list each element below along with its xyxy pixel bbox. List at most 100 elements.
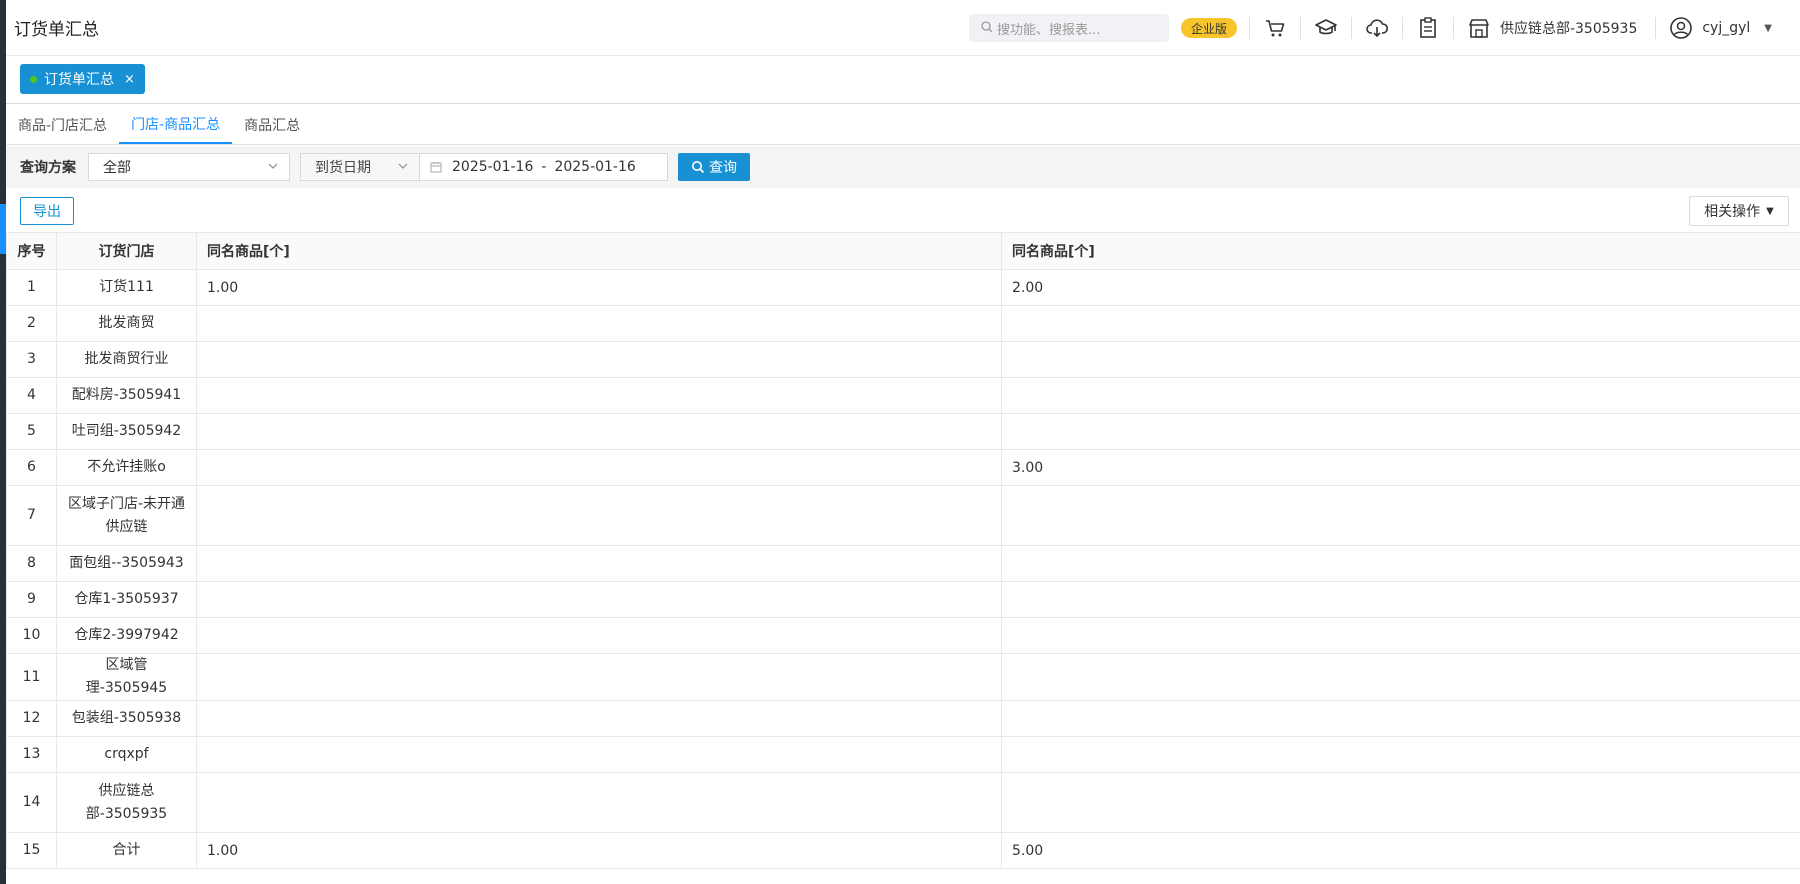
cart-icon[interactable]: [1262, 15, 1288, 41]
table-row[interactable]: 5 吐司组-3505942: [6, 413, 1800, 450]
cell-store: 配料房-3505941: [56, 377, 197, 414]
table-row[interactable]: 6 不允许挂账o 3.00: [6, 449, 1800, 486]
cell-store: 面包组--3505943: [56, 545, 197, 582]
user-menu[interactable]: cyj_gyl ▼: [1668, 15, 1772, 41]
cell-seq: 3: [6, 341, 57, 378]
open-tab-order-summary[interactable]: 订货单汇总 ×: [20, 64, 145, 94]
divider: [1248, 17, 1250, 39]
cell-value-a: [196, 341, 1002, 378]
cell-seq: 7: [6, 485, 57, 546]
cell-value-a: [196, 413, 1002, 450]
cell-seq: 11: [6, 653, 57, 701]
actions-row: 导出 相关操作 ▼: [6, 188, 1800, 232]
table-row[interactable]: 2 批发商贸: [6, 305, 1800, 342]
tab-store-product[interactable]: 门店-商品汇总: [119, 105, 233, 144]
table-row[interactable]: 12 包装组-3505938: [6, 700, 1800, 737]
cell-value-b: [1001, 617, 1800, 654]
table-row[interactable]: 1 订货111 1.00 2.00: [6, 269, 1800, 306]
cell-value-a: 1.00: [196, 832, 1002, 869]
close-icon[interactable]: ×: [124, 72, 135, 87]
cell-value-b: 5.00: [1001, 832, 1800, 869]
column-header-store[interactable]: 订货门店: [56, 232, 197, 270]
table-row[interactable]: 4 配料房-3505941: [6, 377, 1800, 414]
clipboard-icon[interactable]: [1415, 15, 1441, 41]
divider: [1655, 17, 1657, 39]
table-row[interactable]: 10 仓库2-3997942: [6, 617, 1800, 654]
cell-value-a: [196, 449, 1002, 486]
table-row-total[interactable]: 15 合计 1.00 5.00: [6, 832, 1800, 869]
graduation-cap-icon[interactable]: [1313, 15, 1339, 41]
table-row[interactable]: 8 面包组--3505943: [6, 545, 1800, 582]
date-type-value: 到货日期: [315, 160, 371, 176]
search-icon: [981, 20, 993, 36]
column-header-seq[interactable]: 序号: [6, 232, 57, 270]
column-header-same-product-1[interactable]: 同名商品[个]: [196, 232, 1002, 270]
query-button[interactable]: 查询: [678, 153, 750, 181]
table-row[interactable]: 14 供应链总部-3505935: [6, 772, 1800, 833]
cell-value-b: 2.00: [1001, 269, 1800, 306]
table-row[interactable]: 3 批发商贸行业: [6, 341, 1800, 378]
scheme-label: 查询方案: [20, 160, 76, 176]
divider: [1299, 17, 1301, 39]
table-row[interactable]: 13 crqxpf: [6, 736, 1800, 773]
cell-value-b: [1001, 700, 1800, 737]
divider: [1452, 17, 1454, 39]
page-title: 订货单汇总: [14, 20, 99, 40]
date-range-picker[interactable]: 2025-01-16 - 2025-01-16: [420, 153, 668, 181]
cloud-download-icon[interactable]: [1364, 15, 1390, 41]
cell-value-a: [196, 485, 1002, 546]
cell-seq: 1: [6, 269, 57, 306]
cell-value-a: [196, 545, 1002, 582]
date-type-select[interactable]: 到货日期: [300, 153, 420, 181]
cell-value-a: [196, 772, 1002, 833]
divider: [1350, 17, 1352, 39]
cell-value-b: [1001, 413, 1800, 450]
cell-seq: 4: [6, 377, 57, 414]
table-row[interactable]: 9 仓库1-3505937: [6, 581, 1800, 618]
chevron-down-icon: [268, 163, 278, 169]
cell-value-b: [1001, 377, 1800, 414]
related-actions-label: 相关操作: [1704, 204, 1761, 220]
cell-store: 吐司组-3505942: [56, 413, 197, 450]
cell-seq: 15: [6, 832, 57, 869]
cell-store: 区域管理-3505945: [56, 653, 197, 701]
cell-value-b: [1001, 545, 1800, 582]
date-separator: -: [541, 159, 547, 175]
cell-value-a: 1.00: [196, 269, 1002, 306]
cell-store: 批发商贸: [56, 305, 197, 342]
open-tabs-bar: 订货单汇总 ×: [6, 56, 1800, 104]
cell-value-a: [196, 736, 1002, 773]
cell-value-a: [196, 581, 1002, 618]
column-header-same-product-2[interactable]: 同名商品[个]: [1001, 232, 1800, 270]
tab-product-store[interactable]: 商品-门店汇总: [6, 105, 119, 144]
org-name[interactable]: 供应链总部-3505935: [1500, 18, 1637, 38]
cell-value-b: [1001, 341, 1800, 378]
cell-value-a: [196, 700, 1002, 737]
cell-value-a: [196, 305, 1002, 342]
cell-value-b: [1001, 736, 1800, 773]
scheme-select[interactable]: 全部: [88, 153, 290, 181]
cell-seq: 13: [6, 736, 57, 773]
table-row[interactable]: 7 区域子门店-未开通供应链: [6, 485, 1800, 546]
export-button[interactable]: 导出: [20, 197, 74, 225]
search-icon: [692, 161, 705, 174]
edition-badge: 企业版: [1180, 18, 1237, 38]
cell-seq: 9: [6, 581, 57, 618]
table-row[interactable]: 11 区域管理-3505945: [6, 653, 1800, 701]
tab-product[interactable]: 商品汇总: [232, 105, 312, 144]
cell-value-a: [196, 377, 1002, 414]
cell-value-b: [1001, 653, 1800, 701]
summary-table: 序号 订货门店 同名商品[个] 同名商品[个] 1 订货111 1.00 2.0…: [6, 232, 1800, 869]
cell-store: 区域子门店-未开通供应链: [56, 485, 197, 546]
cell-store: crqxpf: [56, 736, 197, 773]
search-input[interactable]: 搜功能、搜报表...: [968, 14, 1169, 42]
query-label: 查询: [709, 160, 737, 176]
search-placeholder: 搜功能、搜报表...: [996, 22, 1101, 38]
cell-value-b: [1001, 772, 1800, 833]
cell-seq: 8: [6, 545, 57, 582]
cell-seq: 5: [6, 413, 57, 450]
filter-bar: 查询方案 全部 到货日期 2025-01-16 - 2025-01-16 查询: [6, 146, 1800, 188]
cell-store: 仓库2-3997942: [56, 617, 197, 654]
table-header-row: 序号 订货门店 同名商品[个] 同名商品[个]: [6, 232, 1800, 270]
related-actions-button[interactable]: 相关操作 ▼: [1689, 196, 1789, 226]
